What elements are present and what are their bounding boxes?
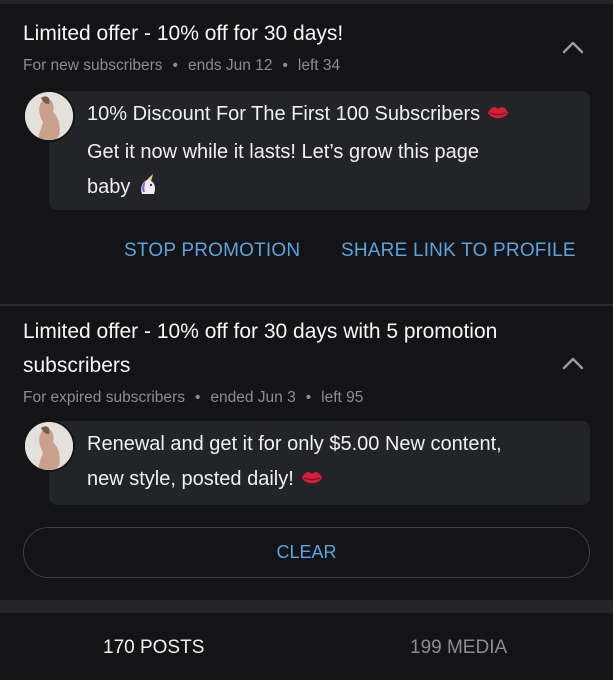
stop-promotion-button[interactable]: STOP PROMOTION xyxy=(124,240,300,262)
message-line: Get it now while it lasts! Let’s grow th… xyxy=(87,141,480,163)
promotion-message: 10% Discount For The First 100 Subscribe… xyxy=(87,97,577,208)
message-text: baby xyxy=(87,176,131,198)
unicorn-icon xyxy=(136,172,160,208)
tab-posts[interactable]: 170 POSTS xyxy=(103,637,204,659)
share-link-button[interactable]: SHARE LINK TO PROFILE xyxy=(341,240,576,262)
promotion-title: Limited offer - 10% off for 30 days! xyxy=(23,22,344,45)
promotion-meta: For new subscribers • ends Jun 12 • left 34 xyxy=(23,57,340,75)
promotion-end-date: ends Jun 12 xyxy=(187,57,273,74)
message-text: new style, posted daily! xyxy=(87,468,294,490)
kiss-lips-icon xyxy=(300,465,324,500)
message-line: 10% Discount For The First 100 Subscribe… xyxy=(87,97,577,135)
promotion-message: Renewal and get it for only $5.00 New co… xyxy=(87,427,577,500)
divider xyxy=(0,600,613,613)
meta-dot: • xyxy=(305,389,312,406)
promotions-page: Limited offer - 10% off for 30 days! For… xyxy=(0,0,613,680)
promotion-audience: For new subscribers xyxy=(23,57,163,74)
message-line: Renewal and get it for only $5.00 New co… xyxy=(87,433,502,455)
message-text: 10% Discount For The First 100 Subscribe… xyxy=(87,103,481,125)
promotion-meta: For expired subscribers • ended Jun 3 • left… xyxy=(23,389,363,407)
promotion-audience: For expired subscribers xyxy=(23,389,185,406)
meta-dot: • xyxy=(194,389,201,406)
kiss-lips-icon xyxy=(486,100,510,135)
collapse-chevron-up-icon[interactable] xyxy=(561,352,585,376)
meta-dot: • xyxy=(282,57,288,74)
collapse-chevron-up-icon[interactable] xyxy=(561,36,585,60)
divider xyxy=(0,304,613,306)
clear-button[interactable]: CLEAR xyxy=(23,527,590,578)
avatar[interactable] xyxy=(23,420,75,472)
tab-media[interactable]: 199 MEDIA xyxy=(410,637,507,659)
meta-dot: • xyxy=(172,57,178,74)
promotion-left-count: left 34 xyxy=(297,57,341,74)
promotion-left-count: left 95 xyxy=(321,389,364,406)
avatar[interactable] xyxy=(23,90,75,142)
message-line: baby xyxy=(87,170,577,208)
top-divider xyxy=(0,0,613,4)
promotion-end-date: ended Jun 3 xyxy=(210,389,296,406)
promotion-actions: STOP PROMOTION SHARE LINK TO PROFILE xyxy=(0,240,613,270)
message-line: new style, posted daily! xyxy=(87,462,577,500)
promotion-title: Limited offer - 10% off for 30 days with… xyxy=(23,320,498,377)
profile-tabs: 170 POSTS 199 MEDIA xyxy=(0,613,613,680)
